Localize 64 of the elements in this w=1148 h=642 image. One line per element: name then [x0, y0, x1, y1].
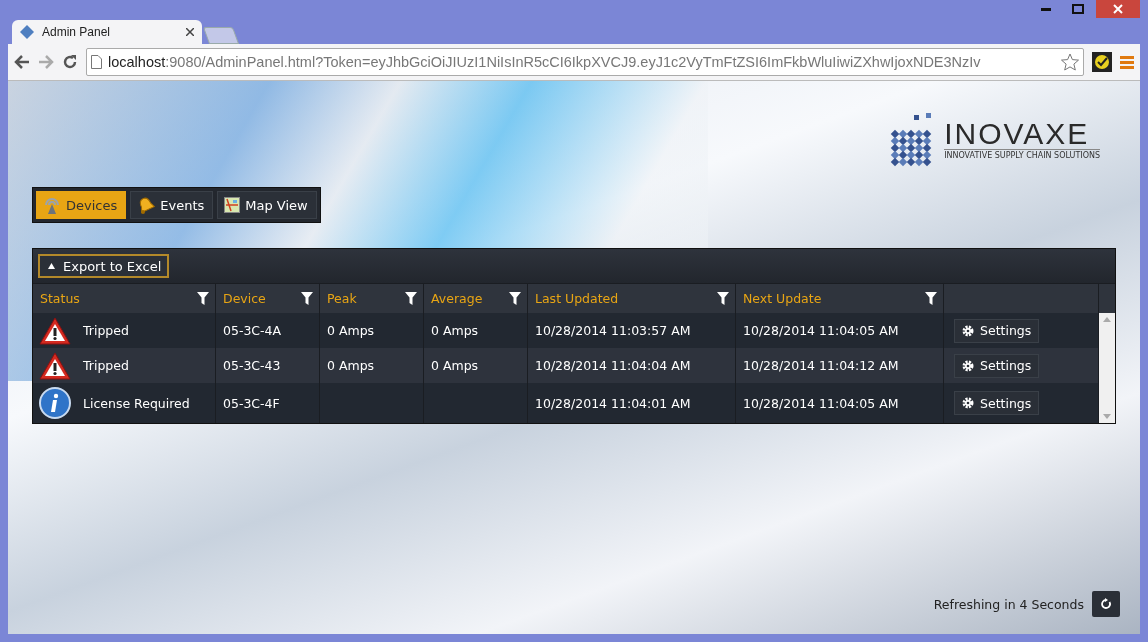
settings-icon: [962, 359, 974, 372]
triangle-up-icon: [48, 263, 55, 269]
antenna-icon: [43, 196, 61, 214]
browser-tab[interactable]: Admin Panel: [12, 20, 202, 44]
column-title: Last Updated: [535, 291, 619, 306]
address-field[interactable]: localhost:9080/AdminPanel.html?Token=eyJhbGciOiJIUzI1NiIsInR5cCI6IkpXVCJ9.eyJ1c2VyTmFtZSI6ImFkbWluIiwiZXhwIjoxNDE3NzIv: [86, 48, 1084, 76]
reload-icon[interactable]: [62, 54, 78, 70]
nav-tab[interactable]: Map View: [217, 191, 317, 219]
column-title: Next Update: [743, 291, 822, 306]
filter-icon[interactable]: [197, 292, 209, 305]
timestamp-cell: 10/28/2014 11:04:12 AM: [743, 358, 899, 373]
filter-icon[interactable]: [301, 292, 313, 305]
settings-button[interactable]: Settings: [954, 391, 1040, 415]
peak-cell: 0 Amps: [327, 323, 375, 338]
close-icon[interactable]: [186, 28, 194, 36]
extension-icon[interactable]: [1092, 52, 1112, 72]
export-button[interactable]: Export to Excel: [38, 254, 170, 278]
close-button[interactable]: [1096, 0, 1140, 18]
filter-icon[interactable]: [509, 292, 521, 305]
minimize-icon: [1041, 7, 1051, 11]
page-icon: [91, 55, 102, 69]
menu-icon[interactable]: [1120, 55, 1134, 69]
settings-icon: [962, 324, 974, 337]
timestamp-cell: 10/28/2014 11:03:57 AM: [535, 323, 691, 338]
filter-icon[interactable]: [405, 292, 417, 305]
warning-icon: [39, 351, 71, 380]
column-title: Device: [223, 291, 266, 306]
status-text: Tripped: [83, 358, 129, 373]
timestamp-cell: 10/28/2014 11:04:05 AM: [743, 395, 899, 411]
favicon-icon: [20, 25, 34, 39]
average-cell: 0 Amps: [431, 323, 479, 338]
nav-tab[interactable]: Events: [130, 191, 214, 219]
warning-icon: [39, 316, 71, 345]
device-cell: 05-3C-43: [223, 358, 281, 373]
column-title: Average: [431, 291, 483, 306]
filter-icon[interactable]: [925, 292, 937, 305]
device-cell: 05-3C-4F: [223, 395, 280, 411]
status-text: Tripped: [83, 323, 129, 338]
status-text: License Required: [83, 395, 190, 411]
average-cell: 0 Amps: [431, 358, 479, 373]
star-icon[interactable]: [1061, 53, 1079, 71]
logo-tagline: INNOVATIVE SUPPLY CHAIN SOLUTIONS: [944, 148, 1100, 160]
settings-icon: [962, 397, 974, 409]
maximize-icon: [1072, 4, 1084, 14]
settings-button[interactable]: Settings: [954, 318, 1040, 343]
map-icon: [224, 197, 241, 213]
info-icon: [39, 387, 71, 419]
timestamp-cell: 10/28/2014 11:04:01 AM: [535, 395, 691, 411]
timestamp-cell: 10/28/2014 11:04:04 AM: [535, 358, 691, 373]
refresh-icon: [1100, 598, 1112, 610]
column-title: Status: [40, 291, 80, 306]
peak-cell: 0 Amps: [327, 358, 375, 373]
filter-icon[interactable]: [717, 292, 729, 305]
settings-button[interactable]: Settings: [954, 353, 1040, 378]
nav-tab[interactable]: Devices: [36, 191, 127, 219]
logo-name: INOVAXE: [944, 118, 1091, 149]
bell-icon: [137, 196, 156, 214]
close-icon: [1113, 4, 1123, 14]
device-cell: 05-3C-4A: [223, 323, 282, 338]
refresh-button[interactable]: [1092, 591, 1120, 617]
column-title: Peak: [327, 291, 357, 306]
back-icon[interactable]: [14, 55, 30, 69]
refresh-countdown: Refreshing in 4 Seconds: [933, 596, 1084, 612]
timestamp-cell: 10/28/2014 11:04:05 AM: [743, 323, 899, 338]
